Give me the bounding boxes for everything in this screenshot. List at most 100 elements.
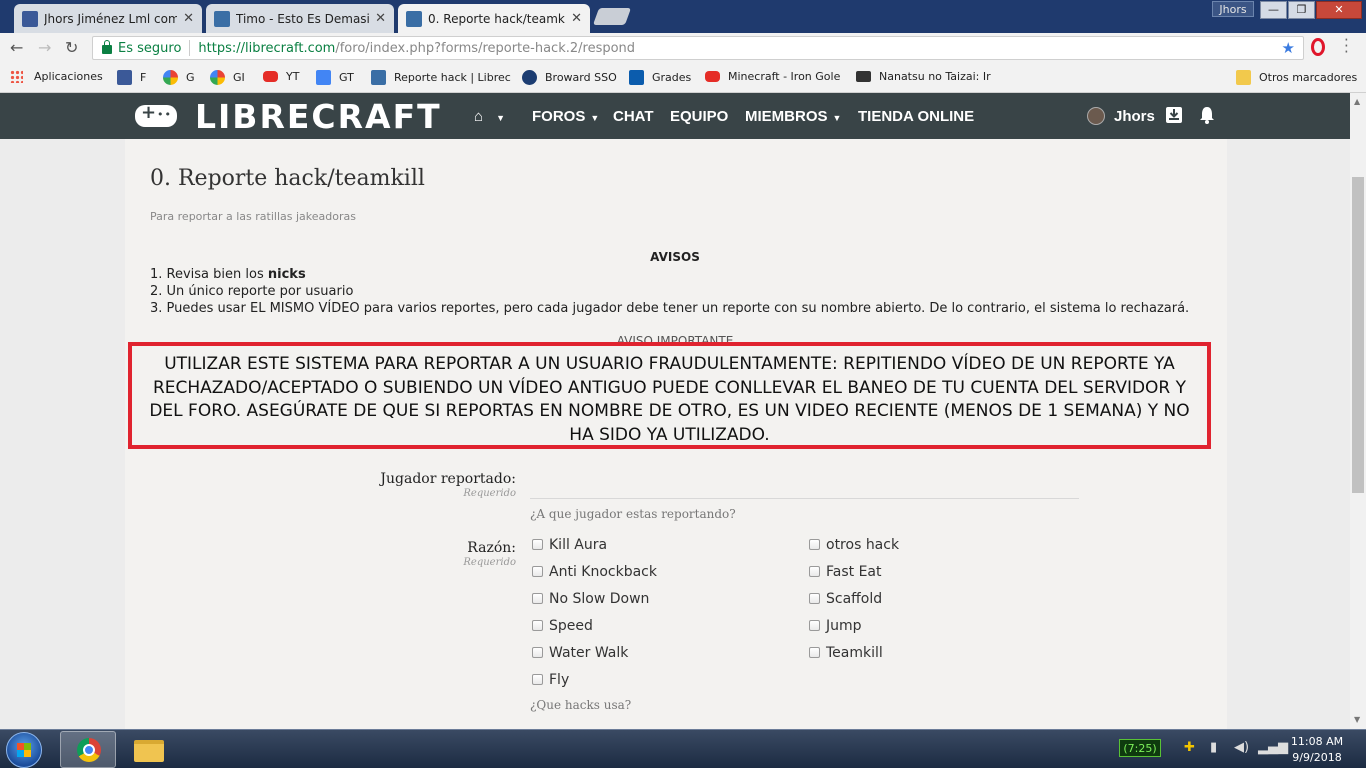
- nav-tienda-online[interactable]: TIENDA ONLINE: [858, 108, 974, 125]
- scrollbar-thumb[interactable]: [1352, 177, 1364, 493]
- facebook-icon: [117, 70, 132, 85]
- checkbox[interactable]: [809, 619, 820, 631]
- tab-close-icon[interactable]: ✕: [571, 11, 582, 26]
- rule-item: 1. Revisa bien los nicks: [150, 266, 1210, 283]
- reason-no-slow-down[interactable]: No Slow Down: [532, 591, 649, 607]
- tab-facebook[interactable]: Jhors Jiménez Lml compa ✕: [14, 4, 202, 33]
- volume-icon[interactable]: ◀): [1234, 740, 1249, 755]
- nav-foros[interactable]: FOROS ▼: [532, 108, 599, 125]
- close-window-button[interactable]: ✕: [1316, 1, 1362, 19]
- sso-icon: [522, 70, 537, 85]
- checkbox[interactable]: [532, 592, 543, 604]
- back-icon[interactable]: ←: [10, 38, 23, 57]
- librecraft-icon: [214, 10, 230, 27]
- browser-menu-icon[interactable]: · · ·: [1344, 33, 1349, 60]
- home-icon: ⌂: [474, 108, 484, 125]
- checkbox[interactable]: [809, 592, 820, 604]
- youtube-icon: [263, 71, 278, 82]
- other-bookmarks[interactable]: Otros marcadores: [1236, 70, 1357, 85]
- checkbox-label: Speed: [549, 618, 593, 634]
- bookmark-reporte-hack[interactable]: Reporte hack | Librec: [371, 70, 511, 85]
- window-user-badge[interactable]: Jhors: [1212, 1, 1254, 17]
- nav-chat[interactable]: CHAT: [613, 108, 654, 125]
- page-title: 0. Reporte hack/teamkill: [150, 166, 425, 191]
- rule-item: 2. Un único reporte por usuario: [150, 284, 354, 299]
- inbox-icon[interactable]: [1165, 106, 1183, 124]
- bookmark-apps[interactable]: Aplicaciones: [10, 70, 103, 83]
- nav-equipo[interactable]: EQUIPO: [670, 108, 728, 125]
- maximize-button[interactable]: ❐: [1288, 1, 1315, 19]
- gamepad-icon[interactable]: [135, 102, 177, 127]
- checkbox[interactable]: [809, 646, 820, 658]
- reported-player-input[interactable]: [530, 470, 1079, 499]
- reason-speed[interactable]: Speed: [532, 618, 593, 634]
- url-host: https://librecraft.com: [198, 40, 336, 56]
- checkbox[interactable]: [809, 538, 820, 550]
- opera-extension-icon[interactable]: [1311, 38, 1325, 56]
- checkbox-label: Scaffold: [826, 591, 883, 607]
- checkbox[interactable]: [532, 673, 543, 685]
- reason-anti-knockback[interactable]: Anti Knockback: [532, 564, 657, 580]
- battery-icon[interactable]: ▮: [1210, 740, 1217, 755]
- bookmark-grades[interactable]: Grades: [629, 70, 691, 85]
- bookmark-label: Otros marcadores: [1259, 71, 1358, 84]
- start-button[interactable]: [6, 732, 42, 768]
- bookmark-label: GI: [233, 71, 245, 84]
- bookmark-minecraft[interactable]: Minecraft - Iron Gole: [705, 70, 845, 83]
- tab-close-icon[interactable]: ✕: [183, 11, 194, 26]
- reason-scaffold[interactable]: Scaffold: [809, 591, 882, 607]
- bookmark-translate[interactable]: GT: [316, 70, 354, 85]
- bookmark-label: Grades: [652, 71, 692, 84]
- system-clock[interactable]: 11:08 AM 9/9/2018: [1282, 734, 1352, 766]
- new-tab-button[interactable]: [592, 8, 632, 25]
- tray-app-icon[interactable]: ✚: [1184, 740, 1195, 755]
- avatar[interactable]: [1087, 107, 1105, 125]
- tab-close-icon[interactable]: ✕: [375, 11, 386, 26]
- chevron-down-icon: ▼: [832, 113, 842, 123]
- reason-water-walk[interactable]: Water Walk: [532, 645, 628, 661]
- bookmark-youtube[interactable]: YT: [263, 70, 299, 83]
- scroll-down-icon[interactable]: ▼: [1354, 715, 1360, 724]
- forward-icon[interactable]: →: [38, 38, 51, 57]
- player-field-label: Jugador reportado:: [380, 471, 516, 487]
- reason-teamkill[interactable]: Teamkill: [809, 645, 883, 661]
- checkbox[interactable]: [532, 619, 543, 631]
- nav-home[interactable]: ⌂ ▼: [474, 108, 505, 125]
- checkbox-label: Anti Knockback: [549, 564, 657, 580]
- reason-fly[interactable]: Fly: [532, 672, 569, 688]
- bookmark-broward-sso[interactable]: Broward SSO: [522, 70, 617, 85]
- checkbox-label: Kill Aura: [549, 537, 608, 553]
- video-icon: [856, 71, 871, 82]
- checkbox[interactable]: [532, 565, 543, 577]
- address-bar[interactable]: Es seguro https://librecraft.com /foro/i…: [92, 36, 1304, 60]
- username[interactable]: Jhors: [1114, 108, 1155, 125]
- reason-otros-hack[interactable]: otros hack: [809, 537, 899, 553]
- bookmark-label: G: [186, 71, 195, 84]
- reason-kill-aura[interactable]: Kill Aura: [532, 537, 607, 553]
- checkbox[interactable]: [532, 646, 543, 658]
- bookmark-google[interactable]: G: [163, 70, 195, 85]
- scroll-up-icon[interactable]: ▲: [1354, 97, 1360, 106]
- taskbar-explorer[interactable]: [122, 731, 178, 768]
- checkbox[interactable]: [809, 565, 820, 577]
- tab-reporte-hack[interactable]: 0. Reporte hack/teamkill ✕: [398, 4, 590, 33]
- bookmark-star-icon[interactable]: ★: [1282, 39, 1295, 57]
- reason-fast-eat[interactable]: Fast Eat: [809, 564, 882, 580]
- bookmark-label: YT: [286, 70, 300, 83]
- tab-timo[interactable]: Timo - Esto Es Demasiad ✕: [206, 4, 394, 33]
- reason-jump[interactable]: Jump: [809, 618, 862, 634]
- bell-icon[interactable]: [1199, 106, 1215, 124]
- site-logo[interactable]: LIBRECRAFT: [195, 97, 442, 136]
- translate-icon: [316, 70, 331, 85]
- bookmark-google-images[interactable]: GI: [210, 70, 245, 85]
- page-scrollbar[interactable]: ▲ ▼: [1350, 93, 1366, 729]
- bookmark-nanatsu[interactable]: Nanatsu no Taizai: Ir: [856, 70, 992, 83]
- battery-indicator[interactable]: (7:25): [1119, 739, 1161, 757]
- minimize-button[interactable]: —: [1260, 1, 1287, 19]
- checkbox[interactable]: [532, 538, 543, 550]
- page-subtitle: Para reportar a las ratillas jakeadoras: [150, 210, 356, 223]
- reload-icon[interactable]: ↻: [65, 38, 78, 57]
- bookmark-facebook[interactable]: F: [117, 70, 146, 85]
- nav-miembros[interactable]: MIEMBROS ▼: [745, 108, 841, 125]
- taskbar-chrome[interactable]: [60, 731, 116, 768]
